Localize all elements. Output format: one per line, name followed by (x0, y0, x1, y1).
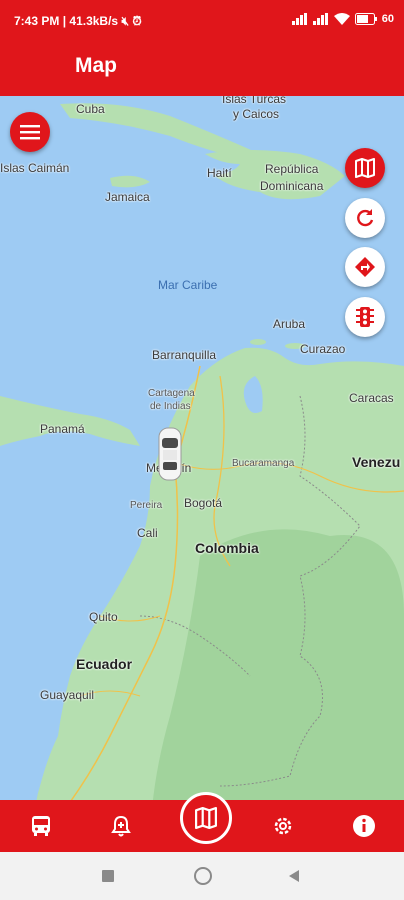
label-cuba: Cuba (76, 102, 105, 116)
label-turks: Islas Turcas (222, 96, 287, 106)
back-icon[interactable] (288, 869, 300, 883)
refresh-button[interactable] (345, 198, 385, 238)
label-bogota: Bogotá (184, 496, 223, 510)
nav-map[interactable] (180, 792, 232, 844)
refresh-icon (357, 209, 374, 227)
label-quito: Quito (89, 610, 118, 624)
status-bar: 7:43 PM | 41.3kB/s 🔇︎ ⏰︎ 60 (0, 0, 404, 40)
label-haiti: Haití (207, 166, 232, 180)
signal-icon-2 (312, 13, 328, 25)
battery-level: 60 (381, 13, 394, 25)
label-caracas: Caracas (349, 391, 394, 405)
label-bucaramanga: Bucaramanga (232, 458, 295, 469)
status-time: 7:43 PM (14, 14, 60, 28)
nav-info[interactable] (350, 812, 378, 840)
settings-icon (274, 817, 292, 835)
nav-alerts[interactable] (107, 812, 135, 840)
label-jamaica: Jamaica (105, 190, 150, 204)
traffic-button[interactable] (345, 297, 385, 337)
mute-icon: 🔇︎ (121, 14, 130, 28)
wifi-icon (333, 13, 350, 25)
label-caribbean-sea: Mar Caribe (158, 278, 218, 292)
info-icon (353, 815, 375, 837)
app-bar: Map (0, 40, 404, 96)
map-view[interactable]: Cuba Islas Turcas y Caicos Islas Caimán … (0, 96, 404, 850)
label-pereira: Pereira (130, 500, 163, 511)
label-aruba: Aruba (273, 317, 306, 331)
nav-settings[interactable] (269, 812, 297, 840)
label-caicos: y Caicos (233, 107, 280, 121)
map-base (0, 103, 404, 850)
label-cartagena-1: Cartagena (148, 388, 195, 399)
map-icon (355, 158, 375, 178)
label-curacao: Curazao (300, 342, 346, 356)
traffic-light-icon (356, 307, 374, 327)
label-dominican-1: República (265, 162, 319, 176)
page-title: Map (75, 54, 117, 77)
label-cali: Cali (137, 526, 158, 540)
menu-button[interactable] (10, 112, 50, 152)
alarm-status-icon: ⏰︎ (132, 14, 142, 28)
label-guayaquil: Guayaquil (40, 688, 95, 702)
label-cayman: Islas Caimán (0, 161, 70, 175)
car-marker-icon[interactable] (156, 426, 184, 482)
signal-icon (291, 13, 307, 25)
network-speed: 41.3kB/s (69, 14, 119, 28)
directions-icon (355, 257, 375, 277)
map-icon (195, 807, 217, 829)
home-icon[interactable] (194, 867, 212, 885)
menu-icon (20, 125, 40, 140)
map-layers-button[interactable] (345, 148, 385, 188)
label-barranquilla: Barranquilla (152, 348, 217, 362)
recent-apps-icon[interactable] (102, 870, 114, 882)
label-cartagena-2: de Indias (150, 401, 191, 412)
label-dominican-2: Dominicana (260, 179, 324, 193)
label-venezuela: Venezu (352, 454, 401, 470)
directions-button[interactable] (345, 247, 385, 287)
system-nav-bar (0, 852, 404, 900)
nav-bus[interactable] (27, 812, 55, 840)
bus-icon (32, 816, 50, 836)
battery-icon (354, 13, 377, 25)
label-colombia: Colombia (195, 540, 259, 556)
label-ecuador: Ecuador (76, 656, 133, 672)
alarm-icon (111, 815, 131, 837)
label-panama: Panamá (40, 422, 85, 436)
